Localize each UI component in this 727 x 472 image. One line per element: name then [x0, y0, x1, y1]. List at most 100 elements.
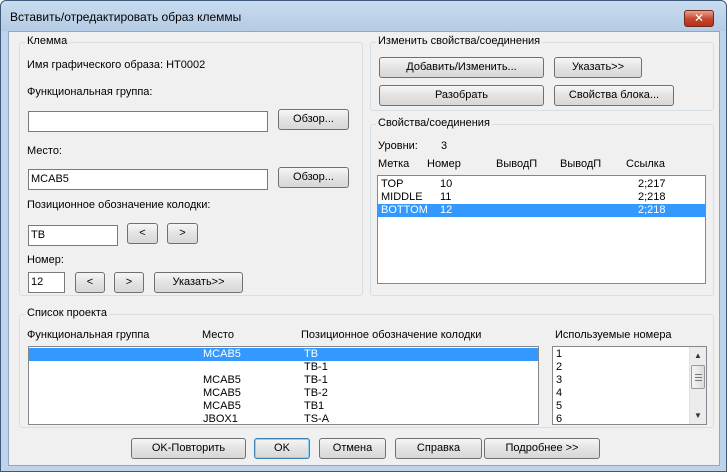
table-row-selected[interactable]: MCAB5 TB [29, 348, 538, 361]
grip-line [695, 377, 702, 378]
table-row[interactable]: MCAB5 TB-1 [29, 374, 538, 387]
terminal-strip-next-button[interactable]: > [167, 223, 198, 244]
table-row[interactable]: MCAB5 TB-2 [29, 387, 538, 400]
row-terminal-strip: TB [304, 348, 319, 360]
close-icon: ✕ [693, 11, 705, 25]
details-button[interactable]: Подробнее >> [484, 438, 600, 459]
levels-label: Уровни: [378, 140, 418, 152]
change-props-group: Изменить свойства/соединения Добавить/Из… [370, 35, 714, 111]
add-edit-button[interactable]: Добавить/Изменить... [379, 57, 544, 78]
change-props-group-title: Изменить свойства/соединения [376, 35, 543, 47]
terminal-strip-label: Позиционное обозначение колодки: [27, 199, 211, 211]
row-terminal-strip: TS-A [304, 413, 330, 425]
project-list[interactable]: MCAB5 TB TB-1 MCAB5 TB-1 MCAB5 TB-2 MCAB… [28, 346, 539, 425]
column-header-func-group[interactable]: Функциональная группа [27, 329, 149, 341]
column-header-reference[interactable]: Ссылка [626, 158, 665, 170]
dialog-client-area: Клемма Имя графического образа: HT0002 Ф… [8, 31, 720, 466]
table-row[interactable]: MCAB5 TB1 [29, 400, 538, 413]
column-header-place[interactable]: Место [202, 329, 234, 341]
row-number: 10 [440, 178, 453, 190]
row-number: 12 [440, 204, 453, 216]
props-connections-group: Свойства/соединения Уровни: 3 Метка Номе… [370, 117, 714, 296]
place-label: Место: [27, 145, 62, 157]
props-connections-list[interactable]: TOP 10 2;217 MIDDLE 11 2;218 BOTTOM 12 2… [377, 175, 706, 284]
row-terminal-strip: TB1 [304, 400, 325, 412]
number-label: Номер: [27, 254, 64, 266]
arrow-down-icon: ▼ [694, 411, 702, 420]
chevron-left-icon: < [139, 227, 146, 239]
list-item-selected[interactable]: BOTTOM 12 2;218 [378, 204, 705, 217]
row-terminal-strip: TB-2 [304, 387, 328, 399]
column-header-number[interactable]: Номер [427, 158, 461, 170]
levels-value: 3 [441, 140, 448, 152]
column-header-label[interactable]: Метка [378, 158, 409, 170]
used-number: 3 [556, 374, 563, 386]
column-header-terminal-strip[interactable]: Позиционное обозначение колодки [301, 329, 481, 341]
place-input[interactable]: MCAB5 [28, 169, 268, 190]
row-number: 11 [440, 191, 452, 203]
used-numbers-label: Используемые номера [555, 329, 672, 341]
row-label: BOTTOM [381, 204, 428, 216]
project-list-group: Список проекта Функциональная группа Мес… [19, 307, 714, 428]
number-input[interactable]: 12 [28, 272, 65, 293]
klemma-group: Клемма Имя графического образа: HT0002 Ф… [19, 35, 363, 296]
row-place: MCAB5 [203, 374, 241, 386]
used-number: 1 [556, 348, 563, 360]
ok-repeat-button[interactable]: OK-Повторить [131, 438, 246, 459]
row-place: MCAB5 [203, 387, 241, 399]
row-reference: 2;218 [638, 191, 666, 203]
klemma-group-title: Клемма [25, 35, 70, 47]
used-number: 6 [556, 413, 563, 425]
column-header-pin-2[interactable]: ВыводП [560, 158, 601, 170]
scroll-down-button[interactable]: ▼ [690, 407, 706, 424]
close-button[interactable]: ✕ [684, 10, 714, 27]
terminal-strip-prev-button[interactable]: < [127, 223, 158, 244]
row-reference: 2;218 [638, 204, 666, 216]
table-row[interactable]: JBOX1 TS-A [29, 413, 538, 425]
chevron-right-icon: > [125, 276, 133, 288]
block-props-button[interactable]: Свойства блока... [554, 85, 674, 106]
explode-button[interactable]: Разобрать [379, 85, 544, 106]
window-title: Вставить/отредактировать образ клеммы [10, 10, 242, 24]
specify-connection-button[interactable]: Указать>> [554, 57, 642, 78]
cancel-button[interactable]: Отмена [319, 438, 386, 459]
row-place: JBOX1 [203, 413, 238, 425]
terminal-strip-input[interactable]: TB [28, 225, 118, 246]
func-group-input[interactable] [28, 111, 268, 132]
row-reference: 2;217 [638, 178, 666, 190]
place-browse-button[interactable]: Обзор... [278, 167, 349, 188]
ok-button[interactable]: OK [254, 438, 310, 459]
number-prev-button[interactable]: < [75, 272, 105, 293]
column-header-pin-1[interactable]: ВыводП [496, 158, 537, 170]
list-item[interactable]: 5 [553, 400, 706, 413]
list-item[interactable]: TOP 10 2;217 [378, 178, 705, 191]
row-place: MCAB5 [203, 348, 241, 360]
grip-line [695, 380, 702, 381]
scrollbar-thumb[interactable] [691, 365, 705, 389]
number-specify-button[interactable]: Указать>> [154, 272, 243, 293]
used-numbers-list[interactable]: 1 2 3 4 5 6 ▲ ▼ [552, 346, 707, 425]
list-item[interactable]: 4 [553, 387, 706, 400]
number-next-button[interactable]: > [114, 272, 144, 293]
chevron-left-icon: < [86, 276, 94, 288]
help-button[interactable]: Справка [395, 438, 482, 459]
title-bar[interactable]: Вставить/отредактировать образ клеммы ✕ [1, 1, 726, 31]
list-item[interactable]: 6 [553, 413, 706, 425]
row-label: MIDDLE [381, 191, 423, 203]
project-list-group-title: Список проекта [25, 307, 109, 319]
chevron-right-icon: > [179, 227, 186, 239]
list-item[interactable]: 3 [553, 374, 706, 387]
table-row[interactable]: TB-1 [29, 361, 538, 374]
list-item[interactable]: MIDDLE 11 2;218 [378, 191, 705, 204]
row-label: TOP [381, 178, 404, 190]
row-place: MCAB5 [203, 400, 241, 412]
props-connections-group-title: Свойства/соединения [376, 117, 492, 129]
scroll-up-button[interactable]: ▲ [690, 347, 706, 364]
func-group-browse-button[interactable]: Обзор... [278, 109, 349, 130]
graphic-name-label: Имя графического образа: HT0002 [27, 59, 206, 71]
used-numbers-scrollbar[interactable]: ▲ ▼ [689, 347, 706, 424]
arrow-up-icon: ▲ [694, 351, 702, 360]
list-item[interactable]: 1 [553, 348, 706, 361]
dialog-window: Вставить/отредактировать образ клеммы ✕ … [0, 0, 727, 472]
list-item[interactable]: 2 [553, 361, 706, 374]
